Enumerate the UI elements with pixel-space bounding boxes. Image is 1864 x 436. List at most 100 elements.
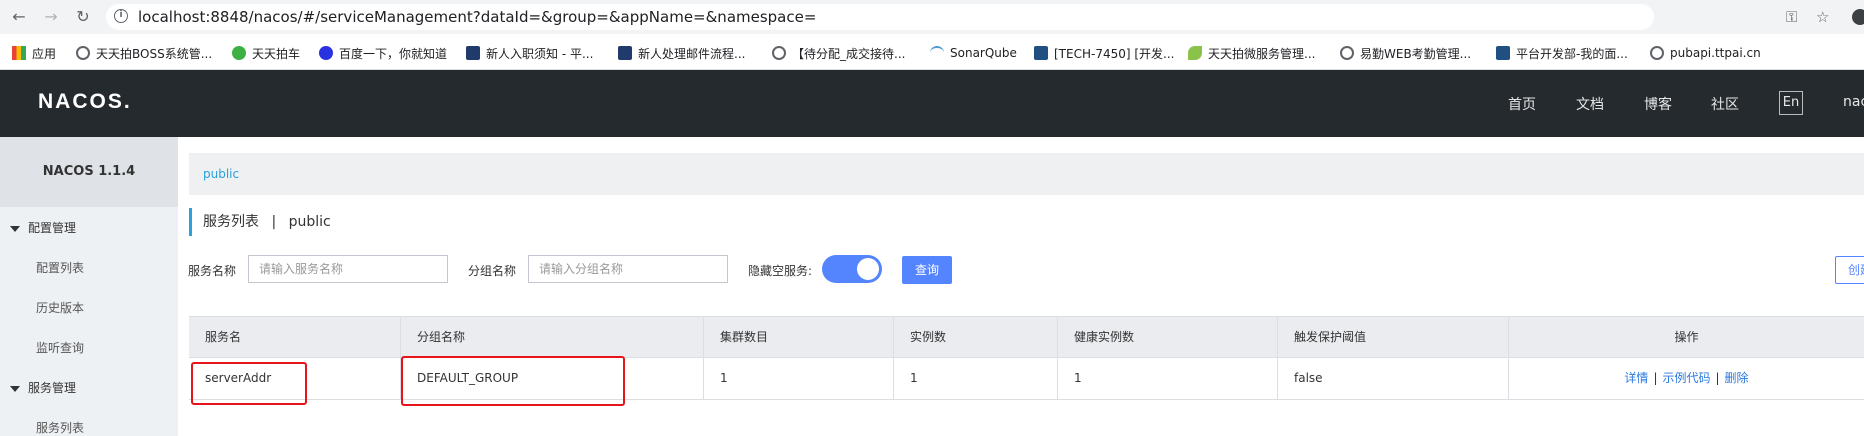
instance-count-cell: 1 <box>894 358 1058 399</box>
group-name-label: 分组名称 <box>468 264 517 278</box>
key-icon[interactable]: ⚿ <box>1786 8 1797 26</box>
nav-blog[interactable]: 博客 <box>1644 94 1672 114</box>
separator: | <box>1653 371 1658 385</box>
globe-icon <box>1340 46 1354 60</box>
bookmark-item[interactable]: SonarQube <box>930 44 1017 62</box>
details-link[interactable]: 详情 <box>1624 371 1648 385</box>
page-title-namespace: public <box>288 214 331 230</box>
bookmark-label: 天天拍BOSS系统管... <box>96 46 213 61</box>
bookmark-label: 易勤WEB考勤管理... <box>1360 46 1472 61</box>
title-separator: | <box>271 214 277 230</box>
bookmark-item[interactable]: 平台开发部-我的面... <box>1496 44 1628 62</box>
sidebar: NACOS 1.1.4 配置管理 配置列表 历史版本 监听查询 服务管理 服务列… <box>0 137 178 436</box>
jira-icon <box>1496 46 1510 60</box>
language-switch-button[interactable]: En <box>1779 91 1803 115</box>
bookmark-item[interactable]: 易勤WEB考勤管理... <box>1340 44 1471 62</box>
sample-code-link[interactable]: 示例代码 <box>1662 371 1710 385</box>
bookmark-label: 天天拍微服务管理... <box>1208 46 1316 61</box>
bookmark-label: 平台开发部-我的面... <box>1516 46 1628 61</box>
bookmark-item[interactable]: 【待分配_成交接待... <box>772 44 905 62</box>
cluster-count-cell: 1 <box>704 358 894 399</box>
browser-toolbar: ← → ↻ i localhost:8848/nacos/#/serviceMa… <box>0 0 1864 34</box>
nav-community[interactable]: 社区 <box>1711 94 1739 114</box>
sidebar-item-service-list[interactable]: 服务列表 <box>36 419 84 436</box>
confluence-icon <box>466 46 480 60</box>
bookmark-label: 百度一下，你就知道 <box>339 46 448 61</box>
jira-icon <box>1034 46 1048 60</box>
bookmark-label: 天天拍车 <box>252 46 301 61</box>
sidebar-group-label: 配置管理 <box>28 221 77 235</box>
namespace-bar: public <box>189 153 1864 195</box>
column-header: 操作 <box>1674 330 1699 344</box>
bookmark-item[interactable]: pubapi.ttpai.cn <box>1650 44 1761 62</box>
star-icon[interactable]: ☆ <box>1816 8 1829 26</box>
bookmark-label: [TECH-7450] [开发... <box>1054 46 1175 61</box>
globe-icon <box>76 46 90 60</box>
service-name-label: 服务名称 <box>188 264 237 278</box>
url-text[interactable]: localhost:8848/nacos/#/serviceManagement… <box>138 8 816 26</box>
bookmark-item[interactable]: 百度一下，你就知道 <box>319 44 447 62</box>
separator: | <box>1715 371 1720 385</box>
service-name-input[interactable]: 请输入服务名称 <box>248 255 448 283</box>
highlight-box-service-name <box>191 362 307 405</box>
sidebar-item-config-list[interactable]: 配置列表 <box>36 259 84 276</box>
bookmark-label: 新人处理邮件流程... <box>638 46 746 61</box>
page-title: 服务列表 | public <box>189 208 331 236</box>
hide-empty-toggle[interactable] <box>822 255 882 283</box>
bookmark-item[interactable]: 新人处理邮件流程... <box>618 44 745 62</box>
info-icon[interactable]: i <box>114 9 128 23</box>
hide-empty-label: 隐藏空服务: <box>748 264 813 278</box>
sidebar-item-listener-query[interactable]: 监听查询 <box>36 339 84 356</box>
column-header: 分组名称 <box>401 317 704 357</box>
bookmarks-bar: 应用 天天拍BOSS系统管... 天天拍车 百度一下，你就知道 新人入职须知 -… <box>0 34 1864 70</box>
sidebar-group-label: 服务管理 <box>28 381 77 395</box>
user-menu[interactable]: nac <box>1843 94 1864 110</box>
bookmark-label: 新人入职须知 - 平... <box>486 46 594 61</box>
forward-icon[interactable]: → <box>40 6 62 28</box>
product-version: NACOS 1.1.4 <box>0 137 178 207</box>
address-bar[interactable]: i localhost:8848/nacos/#/serviceManageme… <box>106 4 1797 30</box>
apps-grid-icon <box>12 46 26 60</box>
nav-home[interactable]: 首页 <box>1508 94 1536 114</box>
toggle-knob <box>857 258 879 280</box>
operations-cell: 详情 | 示例代码 | 删除 <box>1509 358 1864 399</box>
sonarqube-icon <box>930 46 944 60</box>
globe-icon <box>1650 46 1664 60</box>
threshold-cell: false <box>1278 358 1509 399</box>
bookmark-label: 应用 <box>32 46 57 61</box>
nacos-logo[interactable]: NACOS. <box>38 90 132 114</box>
group-name-input[interactable]: 请输入分组名称 <box>528 255 728 283</box>
column-header: 健康实例数 <box>1058 317 1278 357</box>
reload-icon[interactable]: ↻ <box>72 6 94 28</box>
column-header: 集群数目 <box>704 317 894 357</box>
gear-flower-icon <box>232 46 246 60</box>
back-icon[interactable]: ← <box>8 6 30 28</box>
column-header: 服务名 <box>189 317 401 357</box>
caret-down-icon <box>10 225 20 232</box>
nav-docs[interactable]: 文档 <box>1576 94 1604 114</box>
column-header: 触发保护阈值 <box>1278 317 1509 357</box>
bookmark-item[interactable]: 天天拍BOSS系统管... <box>76 44 212 62</box>
bookmark-label: 【待分配_成交接待... <box>792 46 906 61</box>
sidebar-group-service[interactable]: 服务管理 <box>10 379 76 396</box>
query-button[interactable]: 查询 <box>902 256 952 284</box>
bookmark-item[interactable]: 天天拍微服务管理... <box>1188 44 1315 62</box>
sidebar-group-config[interactable]: 配置管理 <box>10 219 76 236</box>
delete-link[interactable]: 删除 <box>1725 371 1749 385</box>
globe-icon <box>772 46 786 60</box>
caret-down-icon <box>10 385 20 392</box>
profile-icon[interactable] <box>1852 9 1864 25</box>
bookmark-label: pubapi.ttpai.cn <box>1670 46 1761 60</box>
bookmark-item[interactable]: [TECH-7450] [开发... <box>1034 44 1175 62</box>
sidebar-item-history[interactable]: 历史版本 <box>36 299 84 316</box>
leaf-icon <box>1188 46 1202 60</box>
bookmark-item[interactable]: 新人入职须知 - 平... <box>466 44 593 62</box>
highlight-box-group-name <box>401 356 625 406</box>
bookmark-item[interactable]: 天天拍车 <box>232 44 300 62</box>
namespace-tab-public[interactable]: public <box>203 167 239 181</box>
column-header: 实例数 <box>894 317 1058 357</box>
confluence-icon <box>618 46 632 60</box>
create-service-button[interactable]: 创建 <box>1835 256 1864 284</box>
table-header-row: 服务名 分组名称 集群数目 实例数 健康实例数 触发保护阈值 操作 <box>189 316 1864 358</box>
bookmark-apps[interactable]: 应用 <box>12 44 56 62</box>
